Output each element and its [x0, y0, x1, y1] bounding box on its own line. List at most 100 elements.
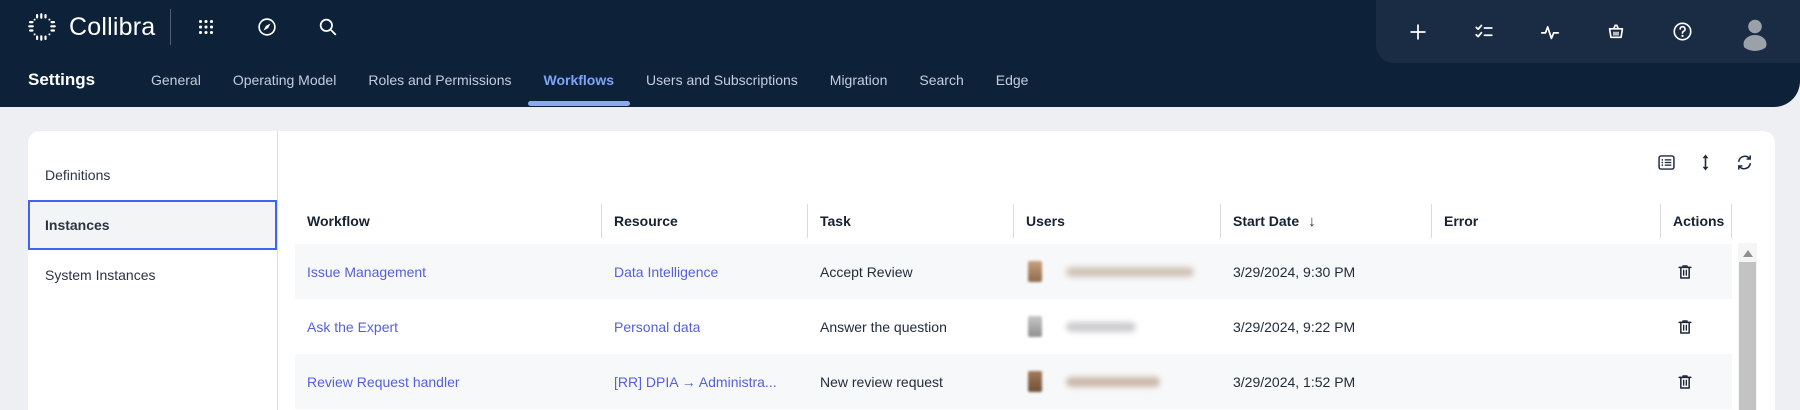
activity-pulse-icon[interactable]	[1538, 20, 1562, 44]
resource-link[interactable]: Personal data	[614, 319, 700, 335]
resize-rows-icon[interactable]	[1693, 150, 1717, 174]
cell-workflow: Review Request handler	[295, 354, 602, 409]
settings-tabs: General Operating Model Roles and Permis…	[151, 52, 1028, 107]
user-name-redacted	[1066, 377, 1160, 387]
cell-users	[1014, 354, 1221, 409]
tab-general[interactable]: General	[151, 52, 201, 107]
resource-link[interactable]: [RR] DPIA → Administra...	[614, 374, 777, 390]
column-label: Resource	[614, 213, 678, 229]
cell-actions	[1661, 244, 1732, 299]
cell-actions	[1661, 354, 1732, 409]
cell-task: Answer the question	[808, 299, 1014, 354]
help-icon[interactable]	[1670, 20, 1694, 44]
topbar-divider	[170, 9, 171, 45]
cell-workflow: Ask the Expert	[295, 299, 602, 354]
cell-workflow: Issue Management	[295, 244, 602, 299]
sidebar-item-system-instances[interactable]: System Instances	[28, 250, 277, 300]
workflows-sidebar: Definitions Instances System Instances	[28, 131, 278, 410]
settings-nav-row: Settings General Operating Model Roles a…	[28, 52, 1028, 107]
collibra-logo[interactable]: Collibra	[26, 9, 155, 45]
user-avatar-thumbnail	[1028, 316, 1042, 337]
delete-instance-icon[interactable]	[1673, 370, 1697, 394]
tab-users-and-subscriptions[interactable]: Users and Subscriptions	[646, 52, 798, 107]
apps-grid-icon[interactable]	[192, 13, 220, 41]
sidebar-item-label: Instances	[45, 217, 110, 233]
tab-edge[interactable]: Edge	[996, 52, 1029, 107]
cell-start-date: 3/29/2024, 9:22 PM	[1221, 299, 1432, 354]
cell-error	[1432, 299, 1661, 354]
table-row: Ask the Expert Personal data Answer the …	[295, 299, 1732, 354]
column-header-actions: Actions	[1661, 198, 1732, 244]
sidebar-item-definitions[interactable]: Definitions	[28, 150, 277, 200]
column-label: Users	[1026, 213, 1065, 229]
cell-resource: Data Intelligence	[602, 244, 808, 299]
collibra-logo-icon	[26, 11, 58, 43]
sidebar-item-label: System Instances	[45, 267, 156, 283]
column-label: Workflow	[307, 213, 370, 229]
table-row: Review Request handler [RR] DPIA → Admin…	[295, 354, 1732, 409]
delete-instance-icon[interactable]	[1673, 315, 1697, 339]
page-title: Settings	[28, 70, 151, 90]
table-scrollbar[interactable]	[1738, 243, 1757, 410]
user-avatar-thumbnail	[1028, 261, 1042, 282]
column-label: Actions	[1673, 213, 1724, 229]
cell-error	[1432, 354, 1661, 409]
scrollbar-thumb[interactable]	[1739, 262, 1756, 410]
column-header-users[interactable]: Users	[1014, 198, 1221, 244]
table-toolbar	[1654, 150, 1756, 174]
search-icon[interactable]	[314, 13, 342, 41]
cell-task: New review request	[808, 354, 1014, 409]
sidebar-item-instances[interactable]: Instances	[28, 200, 277, 250]
column-label: Error	[1444, 213, 1478, 229]
user-avatar-thumbnail	[1028, 371, 1042, 392]
tab-workflows[interactable]: Workflows	[544, 52, 615, 107]
column-header-resource[interactable]: Resource	[602, 198, 808, 244]
tab-roles-and-permissions[interactable]: Roles and Permissions	[368, 52, 511, 107]
workflow-instances-table: Workflow Resource Task Users Start Date …	[295, 198, 1732, 409]
workflow-link[interactable]: Review Request handler	[307, 374, 460, 390]
user-avatar[interactable]	[1736, 13, 1774, 51]
table-view-icon[interactable]	[1654, 150, 1678, 174]
top-navigation-bar: Collibra	[0, 0, 1800, 107]
collibra-logo-text: Collibra	[69, 13, 155, 42]
column-header-error[interactable]: Error	[1432, 198, 1661, 244]
column-header-workflow[interactable]: Workflow	[295, 198, 602, 244]
cell-resource: Personal data	[602, 299, 808, 354]
column-label: Start Date	[1233, 213, 1299, 229]
user-name-redacted	[1066, 322, 1136, 332]
cell-actions	[1661, 299, 1732, 354]
collibra-settings-screen: Collibra	[0, 0, 1800, 410]
basket-icon[interactable]	[1604, 20, 1628, 44]
topbar-right-panel	[1376, 0, 1800, 63]
cell-task: Accept Review	[808, 244, 1014, 299]
compass-icon[interactable]	[253, 13, 281, 41]
delete-instance-icon[interactable]	[1673, 260, 1697, 284]
workflow-link[interactable]: Ask the Expert	[307, 319, 398, 335]
sort-descending-icon[interactable]: ↓	[1308, 213, 1316, 230]
table-row: Issue Management Data Intelligence Accep…	[295, 244, 1732, 299]
user-name-redacted	[1066, 267, 1194, 277]
topbar-left-icons	[192, 13, 342, 41]
tab-search[interactable]: Search	[919, 52, 963, 107]
table-header-row: Workflow Resource Task Users Start Date …	[295, 198, 1732, 244]
tab-migration[interactable]: Migration	[830, 52, 888, 107]
scrollbar-up-arrow-icon[interactable]	[1743, 250, 1753, 257]
tab-operating-model[interactable]: Operating Model	[233, 52, 337, 107]
cell-error	[1432, 244, 1661, 299]
create-plus-icon[interactable]	[1406, 20, 1430, 44]
cell-users	[1014, 299, 1221, 354]
settings-content-card: Definitions Instances System Instances	[28, 131, 1775, 410]
sidebar-item-label: Definitions	[45, 167, 110, 183]
column-header-start-date[interactable]: Start Date ↓	[1221, 198, 1432, 244]
cell-start-date: 3/29/2024, 9:30 PM	[1221, 244, 1432, 299]
tab-workflows-label: Workflows	[544, 72, 615, 88]
active-tab-underline	[528, 101, 631, 106]
cell-start-date: 3/29/2024, 1:52 PM	[1221, 354, 1432, 409]
cell-resource: [RR] DPIA → Administra...	[602, 354, 808, 409]
column-header-task[interactable]: Task	[808, 198, 1014, 244]
refresh-icon[interactable]	[1732, 150, 1756, 174]
workflow-link[interactable]: Issue Management	[307, 264, 426, 280]
resource-link[interactable]: Data Intelligence	[614, 264, 718, 280]
tasks-checklist-icon[interactable]	[1472, 20, 1496, 44]
cell-users	[1014, 244, 1221, 299]
